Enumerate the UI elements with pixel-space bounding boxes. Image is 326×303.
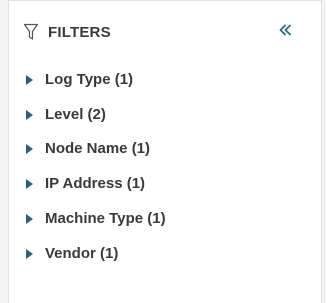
filter-icon <box>23 22 39 42</box>
filter-category-label: Machine Type (1) <box>45 210 166 228</box>
filter-category-label: Node Name (1) <box>45 140 151 158</box>
filter-category-ip-address[interactable]: IP Address (1) <box>26 166 166 201</box>
caret-right-icon <box>26 214 33 225</box>
filter-category-list: Log Type (1) Level (2) Node Name (1) IP … <box>26 62 166 271</box>
caret-right-icon <box>26 248 33 259</box>
filter-category-log-type[interactable]: Log Type (1) <box>26 62 166 97</box>
filter-category-label: Level (2) <box>45 105 106 123</box>
filter-category-vendor[interactable]: Vendor (1) <box>26 236 166 271</box>
filter-category-machine-type[interactable]: Machine Type (1) <box>26 201 166 236</box>
collapse-panel-button[interactable] <box>275 21 295 43</box>
filters-panel: FILTERS Log Type (1) Level (2) Node Name… <box>8 0 322 303</box>
caret-right-icon <box>26 74 33 85</box>
filter-category-level[interactable]: Level (2) <box>26 97 166 132</box>
caret-right-icon <box>26 109 33 120</box>
caret-right-icon <box>26 144 33 155</box>
caret-right-icon <box>26 179 33 190</box>
filter-category-label: IP Address (1) <box>45 175 146 193</box>
filter-category-label: Log Type (1) <box>45 70 134 88</box>
filters-header: FILTERS <box>23 20 303 44</box>
double-chevron-left-icon <box>278 23 292 42</box>
panel-top-border <box>9 0 321 1</box>
filters-title: FILTERS <box>48 23 111 41</box>
filter-category-label: Vendor (1) <box>45 244 119 262</box>
filter-category-node-name[interactable]: Node Name (1) <box>26 132 166 167</box>
